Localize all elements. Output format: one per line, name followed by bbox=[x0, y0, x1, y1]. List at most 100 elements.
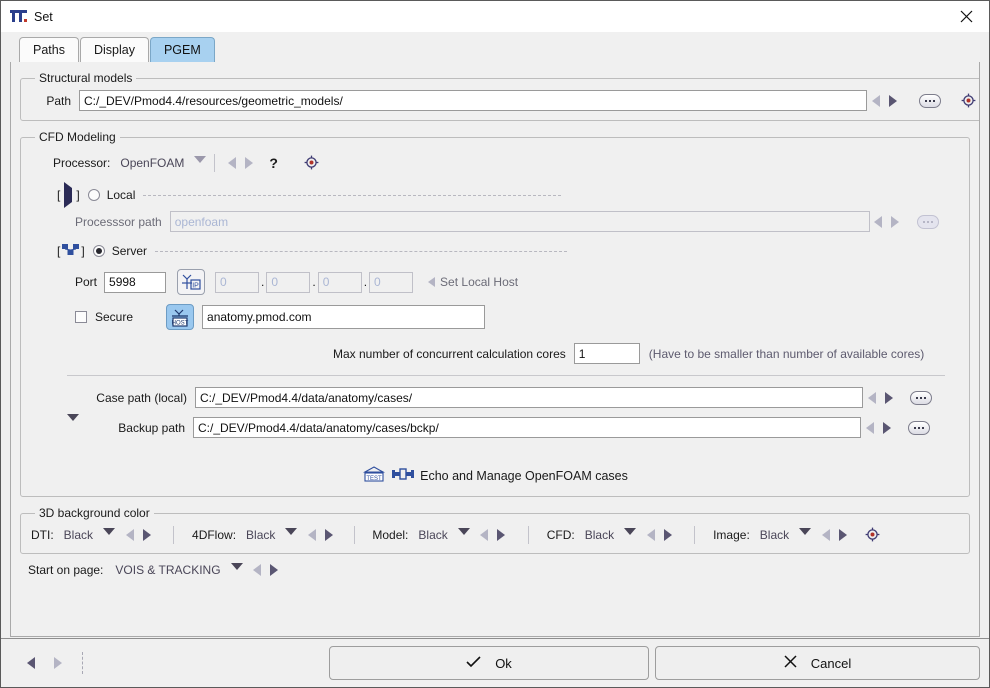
set-dialog-window: Set Paths Display PGEM Structural models… bbox=[0, 0, 990, 688]
server-radio[interactable] bbox=[92, 245, 105, 257]
ip-dot-2: . bbox=[312, 275, 316, 289]
processor-path-input[interactable] bbox=[169, 211, 870, 232]
model-color-prev-button[interactable] bbox=[476, 525, 493, 544]
host-input[interactable] bbox=[202, 305, 486, 329]
backup-path-next-button[interactable] bbox=[878, 418, 895, 437]
processor-path-prev-button[interactable] bbox=[870, 212, 887, 231]
footer-bar: Ok Cancel bbox=[1, 638, 989, 687]
background-color-group: 3D background color DTI: Black 4DFlow: B… bbox=[20, 506, 970, 554]
ip-octet-2[interactable] bbox=[266, 271, 311, 293]
chevron-down-icon bbox=[799, 528, 812, 541]
tab-paths[interactable]: Paths bbox=[19, 37, 79, 62]
backup-path-input[interactable] bbox=[193, 417, 861, 438]
server-label: Server bbox=[111, 244, 148, 258]
title-bar: Set bbox=[1, 1, 989, 32]
model-color-dropdown[interactable]: Black bbox=[418, 528, 470, 542]
image-color-prev-button[interactable] bbox=[817, 525, 834, 544]
server-bracket-close: ] bbox=[81, 244, 85, 258]
ip-octet-3[interactable] bbox=[317, 271, 362, 293]
tab-display[interactable]: Display bbox=[79, 37, 149, 62]
host-icon[interactable]: HOST bbox=[166, 304, 195, 330]
ip-octet-4[interactable] bbox=[369, 271, 414, 293]
close-icon[interactable] bbox=[944, 1, 989, 32]
dti-color-dropdown[interactable]: Black bbox=[64, 528, 116, 542]
local-run-icon[interactable] bbox=[64, 182, 73, 208]
start-on-page-value: VOIS & TRACKING bbox=[115, 562, 221, 577]
start-on-page-prev-button[interactable] bbox=[249, 560, 266, 579]
test-icon: TEST bbox=[362, 466, 386, 485]
ok-button[interactable]: Ok bbox=[329, 646, 649, 680]
processor-value: OpenFOAM bbox=[120, 155, 185, 170]
cfd-color-dropdown[interactable]: Black bbox=[585, 528, 637, 542]
server-bracket-open: [ bbox=[57, 244, 61, 258]
processor-path-next-button[interactable] bbox=[887, 212, 904, 231]
ip-dot-3: . bbox=[363, 275, 368, 289]
structural-models-legend: Structural models bbox=[39, 71, 133, 85]
server-network-icon[interactable] bbox=[62, 243, 80, 259]
backup-path-label: Backup path bbox=[118, 420, 185, 435]
echo-openfoam-button[interactable]: TEST Echo and Manage OpenFOAM cases bbox=[31, 462, 959, 487]
start-on-page-next-button[interactable] bbox=[266, 560, 283, 579]
ip-icon[interactable]: IP bbox=[177, 269, 206, 295]
port-input[interactable] bbox=[104, 271, 167, 293]
dti-color-next-button[interactable] bbox=[138, 525, 155, 544]
cancel-button[interactable]: Cancel bbox=[655, 646, 980, 680]
processor-path-browse-button[interactable] bbox=[916, 214, 939, 229]
set-local-host-arrow-icon[interactable] bbox=[423, 273, 440, 292]
processor-settings-icon[interactable] bbox=[304, 155, 319, 170]
chevron-down-icon bbox=[230, 563, 243, 576]
tab-display-label: Display bbox=[93, 43, 135, 57]
processor-next-button[interactable] bbox=[240, 153, 257, 172]
svg-text:HOST: HOST bbox=[172, 320, 189, 326]
structural-path-input[interactable] bbox=[79, 90, 867, 111]
secure-label: Secure bbox=[95, 310, 134, 324]
image-color-dropdown[interactable]: Black bbox=[760, 528, 812, 542]
cfd-color-next-button[interactable] bbox=[659, 525, 676, 544]
connector-icon bbox=[392, 468, 415, 483]
svg-text:TEST: TEST bbox=[366, 476, 382, 482]
case-path-label: Case path (local) bbox=[96, 390, 187, 405]
start-on-page-dropdown[interactable]: VOIS & TRACKING bbox=[115, 562, 243, 577]
backup-path-prev-button[interactable] bbox=[861, 418, 878, 437]
4dflow-color-prev-button[interactable] bbox=[303, 525, 320, 544]
history-back-button[interactable] bbox=[22, 654, 39, 673]
structural-path-prev-button[interactable] bbox=[867, 91, 884, 110]
processor-prev-button[interactable] bbox=[223, 153, 240, 172]
background-color-settings-icon[interactable] bbox=[865, 527, 880, 542]
history-forward-button[interactable] bbox=[49, 654, 66, 673]
dti-color-prev-button[interactable] bbox=[121, 525, 138, 544]
4dflow-color-dropdown[interactable]: Black bbox=[246, 528, 298, 542]
structural-path-browse-button[interactable] bbox=[919, 93, 941, 108]
ip-octet-1[interactable] bbox=[215, 271, 260, 293]
model-color-next-button[interactable] bbox=[493, 525, 510, 544]
structural-path-next-button[interactable] bbox=[884, 91, 901, 110]
structural-models-group: Structural models Path bbox=[20, 71, 979, 121]
port-label: Port bbox=[75, 275, 98, 289]
cfd-color-prev-button[interactable] bbox=[642, 525, 659, 544]
chevron-down-icon bbox=[285, 528, 298, 541]
backup-path-expand-icon[interactable] bbox=[67, 413, 79, 441]
tab-pgem[interactable]: PGEM bbox=[149, 37, 215, 62]
set-local-host-button[interactable]: Set Local Host bbox=[440, 275, 518, 289]
image-label: Image: bbox=[713, 527, 750, 542]
local-radio[interactable] bbox=[87, 189, 100, 201]
tab-strip: Paths Display PGEM bbox=[1, 32, 989, 62]
chevron-down-icon bbox=[624, 528, 637, 541]
backup-path-browse-button[interactable] bbox=[908, 420, 930, 435]
4dflow-color-next-button[interactable] bbox=[320, 525, 337, 544]
case-path-browse-button[interactable] bbox=[910, 390, 932, 405]
processor-help-button[interactable]: ? bbox=[269, 155, 278, 171]
4dflow-label: 4DFlow: bbox=[192, 527, 237, 542]
case-path-input[interactable] bbox=[195, 387, 863, 408]
local-bracket-close: ] bbox=[76, 188, 80, 202]
cores-input[interactable] bbox=[573, 343, 640, 364]
structural-path-settings-icon[interactable] bbox=[961, 93, 976, 108]
secure-checkbox[interactable] bbox=[75, 311, 87, 323]
processor-dropdown[interactable]: OpenFOAM bbox=[120, 155, 207, 170]
image-color-next-button[interactable] bbox=[834, 525, 851, 544]
case-path-prev-button[interactable] bbox=[863, 388, 880, 407]
pmod-logo-icon bbox=[10, 8, 27, 25]
case-path-next-button[interactable] bbox=[880, 388, 897, 407]
chevron-down-icon bbox=[103, 528, 116, 541]
processor-label: Processor: bbox=[53, 155, 111, 170]
